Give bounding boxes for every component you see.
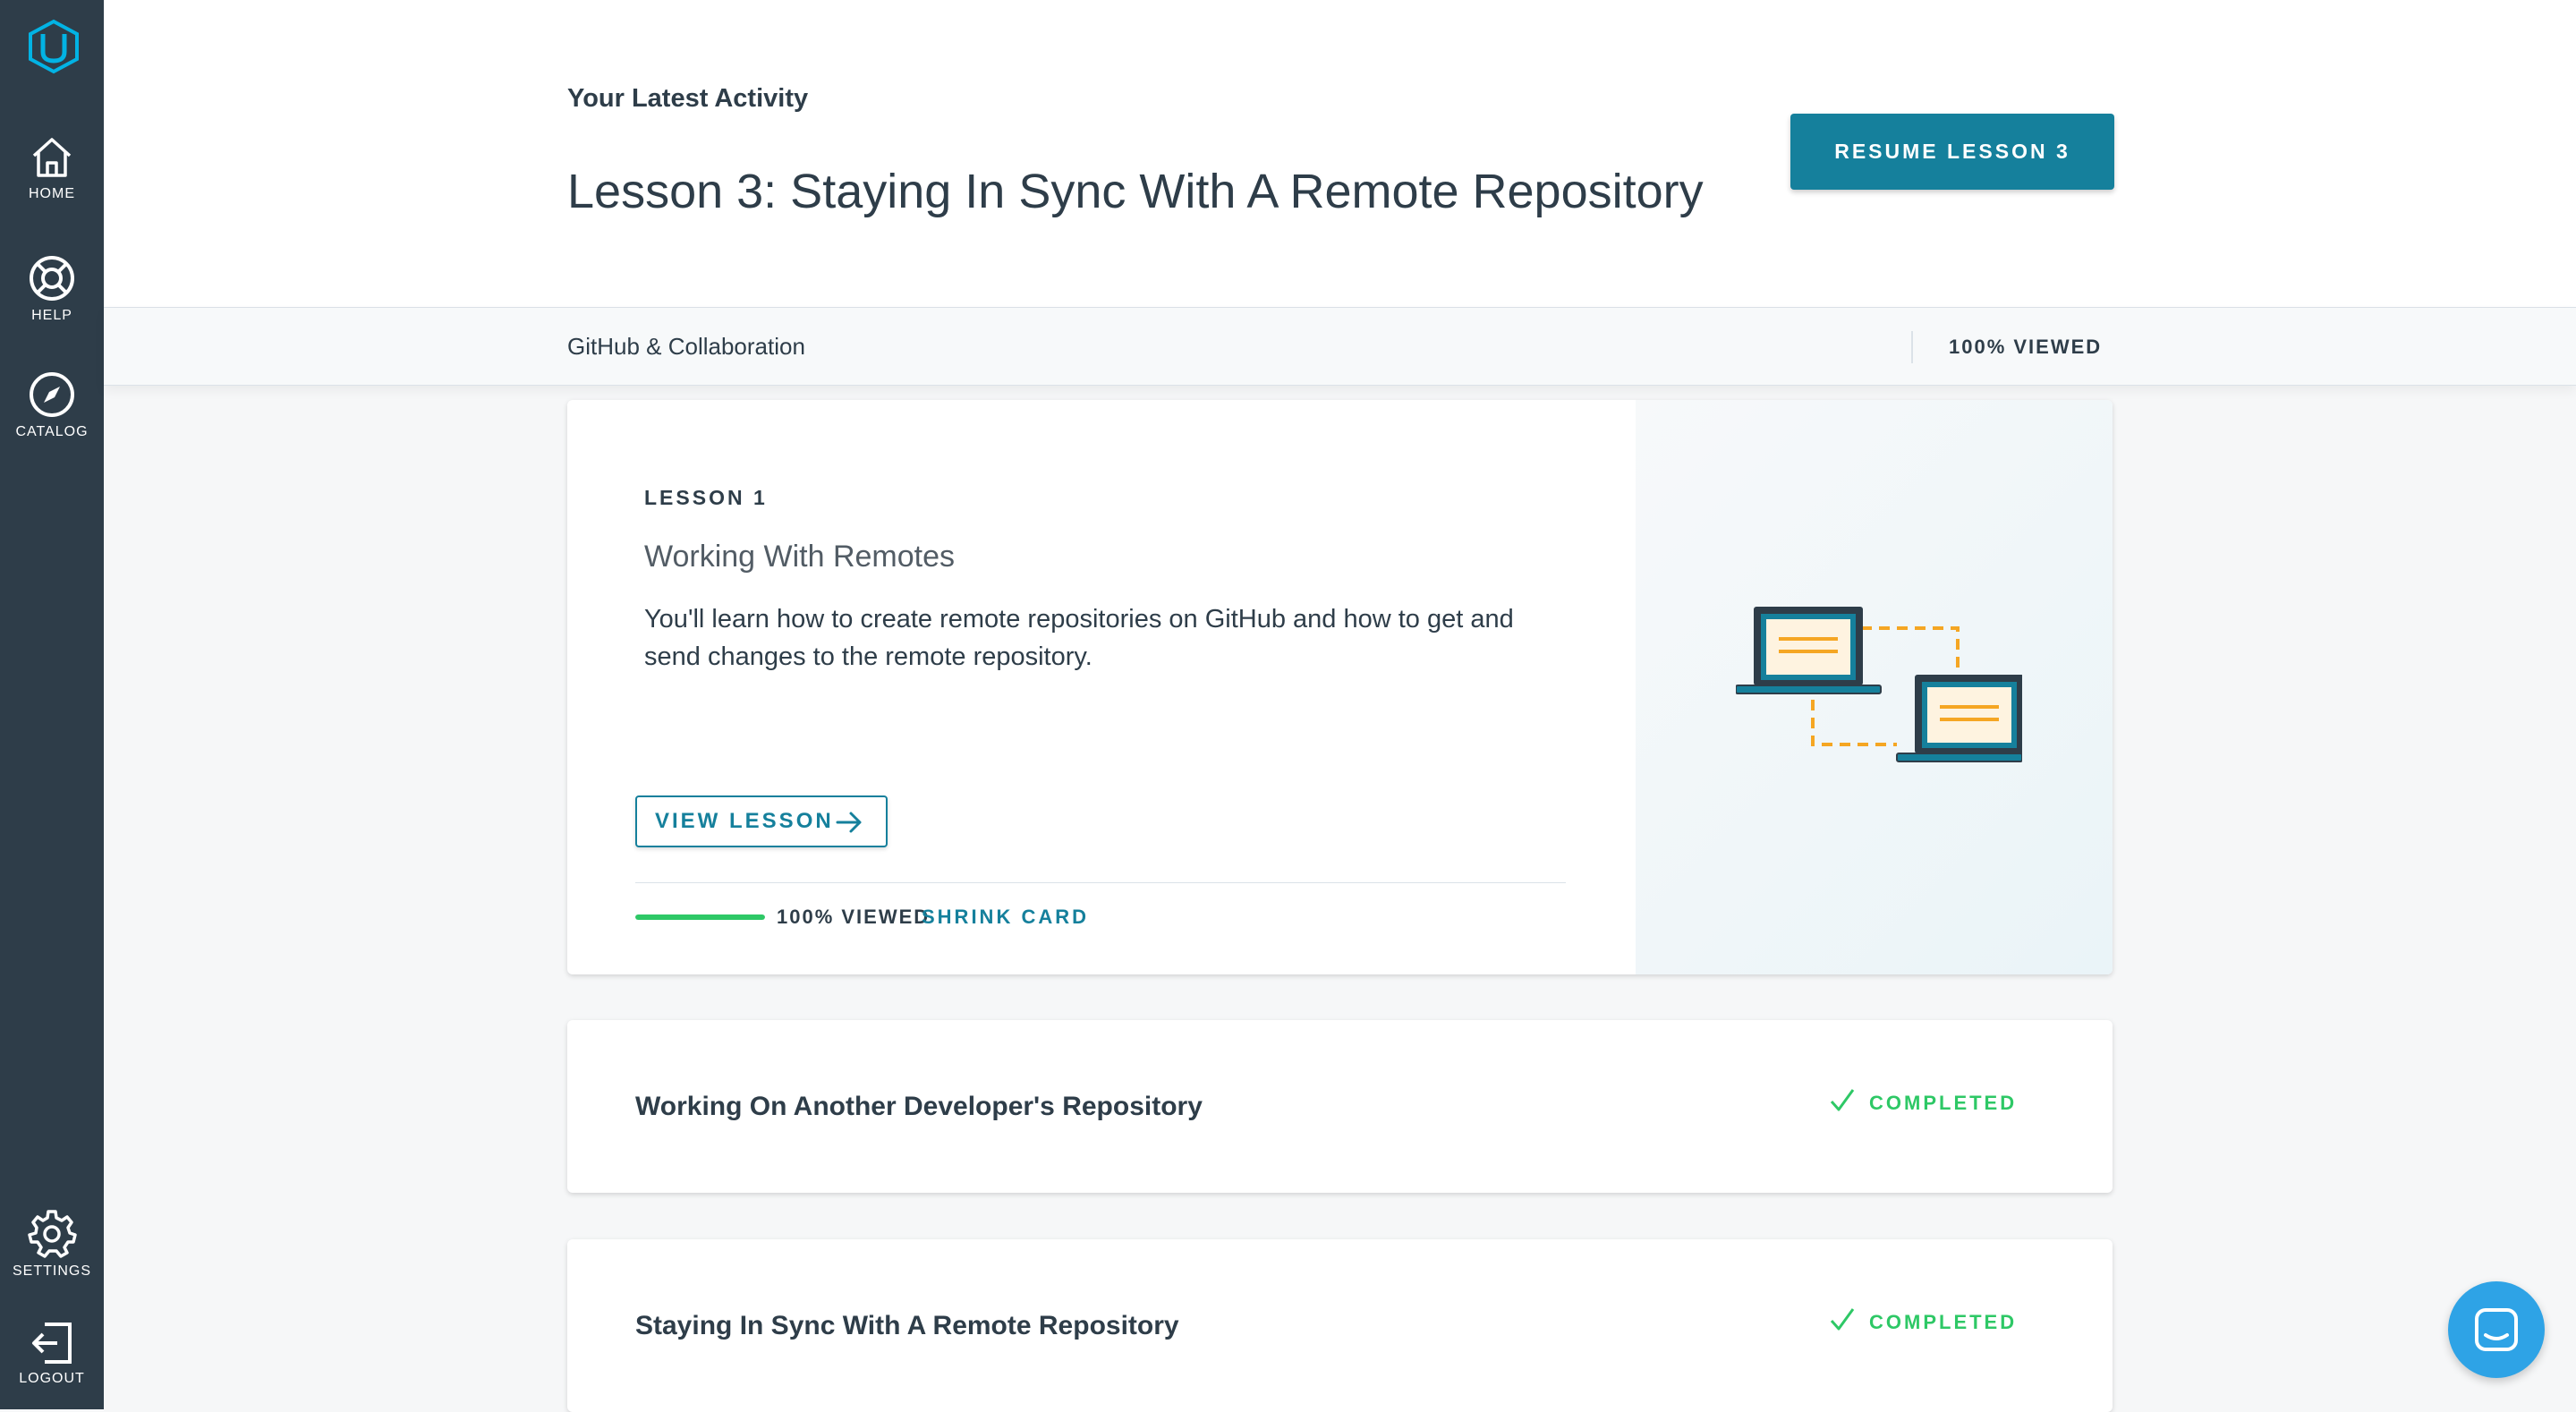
divider: [1911, 331, 1913, 363]
checkmark-icon: [1830, 1089, 1855, 1111]
lesson-progress-label: 100% VIEWED: [777, 906, 931, 928]
lesson-title: Working On Another Developer's Repositor…: [635, 1092, 1203, 1121]
view-lesson-label: VIEW LESSON: [655, 809, 834, 833]
course-progress-bar: GitHub & Collaboration 100% VIEWED: [104, 308, 2576, 386]
course-progress-label: 100% VIEWED: [1949, 336, 2103, 358]
sidebar-item-settings[interactable]: SETTINGS: [0, 1208, 104, 1280]
sidebar-item-help[interactable]: HELP: [0, 254, 104, 324]
lesson-card-expanded: LESSON 1 Working With Remotes You'll lea…: [567, 400, 2113, 974]
sidebar-item-catalog[interactable]: CATALOG: [0, 370, 104, 440]
course-name: GitHub & Collaboration: [567, 333, 805, 360]
sidebar: HOME HELP CATALOG SETTINGS LOGOUT: [0, 0, 104, 1409]
home-icon: [32, 138, 72, 177]
lesson-number: LESSON 1: [644, 486, 768, 509]
chat-button[interactable]: [2448, 1281, 2545, 1378]
sidebar-item-home[interactable]: HOME: [0, 134, 104, 202]
status-badge: COMPLETED: [1830, 1308, 2018, 1334]
lesson-progress-fill: [635, 914, 765, 920]
sidebar-item-label: HOME: [29, 186, 75, 201]
logout-icon: [32, 1323, 72, 1364]
lesson-title: Staying In Sync With A Remote Repository: [635, 1311, 1179, 1340]
lesson-description: You'll learn how to create remote reposi…: [644, 605, 1514, 671]
udacity-logo-icon[interactable]: [27, 18, 81, 75]
sidebar-item-label: CATALOG: [15, 424, 89, 439]
sidebar-item-label: HELP: [31, 308, 72, 323]
lesson-card-content: LESSON 1 Working With Remotes You'll lea…: [567, 400, 1636, 974]
arrow-right-icon: [836, 812, 862, 833]
card-divider: [635, 882, 1566, 883]
lifebuoy-icon: [30, 256, 74, 301]
status-badge: COMPLETED: [1830, 1089, 2018, 1115]
resume-lesson-button[interactable]: RESUME LESSON 3: [1790, 114, 2114, 190]
sidebar-item-label: LOGOUT: [19, 1371, 85, 1386]
page-title: Lesson 3: Staying In Sync With A Remote …: [567, 165, 1704, 218]
status-label: COMPLETED: [1869, 1092, 2018, 1114]
compass-icon: [30, 372, 74, 417]
sidebar-item-logout[interactable]: LOGOUT: [0, 1321, 104, 1387]
checkmark-icon: [1830, 1308, 1855, 1331]
two-laptops-sync-icon: [1736, 607, 2022, 762]
status-label: COMPLETED: [1869, 1311, 2018, 1333]
gear-icon: [28, 1210, 77, 1258]
sidebar-item-label: SETTINGS: [12, 1263, 91, 1279]
lesson-card-collapsed[interactable]: Working On Another Developer's Repositor…: [567, 1020, 2113, 1193]
lesson-illustration-panel: [1636, 400, 2113, 974]
shrink-card-button[interactable]: SHRINK CARD: [922, 906, 1089, 929]
lesson-progress-bar: [635, 914, 765, 920]
lesson-title: Working With Remotes: [644, 540, 956, 574]
lesson-card-collapsed[interactable]: Staying In Sync With A Remote Repository…: [567, 1239, 2113, 1412]
chat-icon: [2475, 1308, 2518, 1351]
activity-header: Your Latest Activity Lesson 3: Staying I…: [104, 0, 2576, 308]
latest-activity-label: Your Latest Activity: [567, 84, 809, 113]
view-lesson-button[interactable]: VIEW LESSON: [635, 795, 888, 847]
